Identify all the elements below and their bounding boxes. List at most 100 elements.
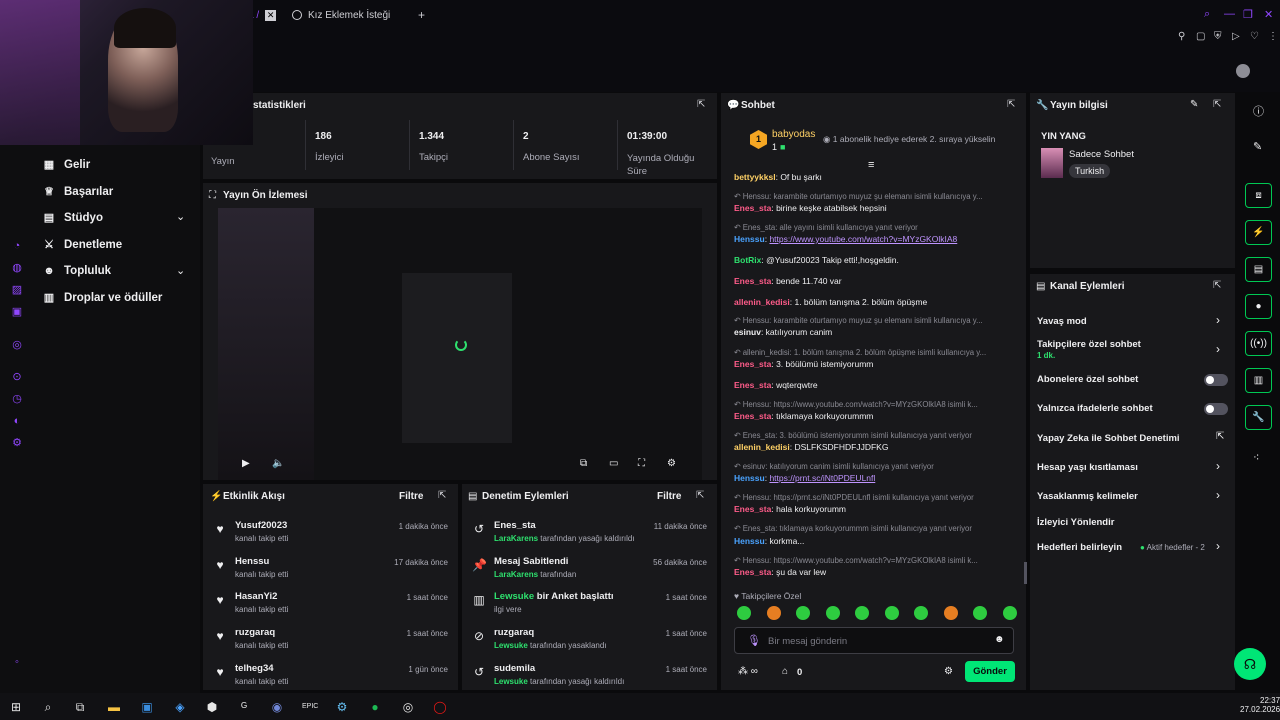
chat-link[interactable]: https://www.youtube.com/watch?v=MYzGKOlk…: [769, 234, 957, 244]
chat-message[interactable]: ↶ Henssu: https://www.youtube.com/watch?…: [734, 399, 1018, 409]
close-window-icon[interactable]: ✕: [1264, 8, 1273, 21]
pencil-icon[interactable]: ✎: [1253, 140, 1262, 153]
emote-icon[interactable]: [766, 606, 781, 620]
rail-button-doc[interactable]: ▤: [1245, 257, 1272, 282]
browser-tab[interactable]: Kız Eklemek İsteği: [292, 4, 390, 26]
settings-icon[interactable]: ⚙: [667, 458, 676, 469]
chat-message[interactable]: esinuv: katılıyorum canim: [734, 327, 1018, 337]
list-item[interactable]: ♥ HasanYi2 kanalı takip etti 1 saat önce: [203, 591, 458, 627]
nav-item-studyo[interactable]: ▤ Stüdyo: [42, 211, 103, 225]
rail-icon-9[interactable]: ⚙: [11, 437, 23, 449]
goals-item[interactable]: Hedefleri belirleyin: [1037, 542, 1122, 553]
chat-username[interactable]: esinuv: [734, 327, 761, 337]
chat-message[interactable]: ↶ Enes_sta: tıklamaya korkuyorummm isiml…: [734, 523, 1018, 533]
emote-icon[interactable]: [796, 606, 810, 620]
nav-item-topluluk[interactable]: ☻ Topluluk: [42, 265, 111, 277]
banned-words-item[interactable]: Yasaklanmış kelimeler: [1037, 491, 1138, 502]
chevron-right-icon[interactable]: ›: [1216, 459, 1220, 473]
chat-message[interactable]: Henssu: https://www.youtube.com/watch?v=…: [734, 234, 1018, 244]
chat-settings-icon[interactable]: ⚙: [944, 666, 953, 677]
rail-icon-3[interactable]: ▨: [11, 284, 23, 296]
category-name[interactable]: Sadece Sohbet: [1069, 149, 1134, 160]
chat-username[interactable]: Enes_sta: [734, 276, 771, 286]
chat-message[interactable]: Enes_sta: bende 11.740 var: [734, 276, 1018, 286]
discord-icon[interactable]: ◉: [269, 699, 285, 715]
nav-item-denetleme[interactable]: ⚔ Denetleme: [42, 238, 122, 252]
chat-username[interactable]: Enes_sta: [734, 380, 771, 390]
pin-icon[interactable]: ⚲: [1178, 31, 1185, 42]
more-icon[interactable]: ⋮: [1268, 31, 1278, 42]
emote-icon[interactable]: [973, 606, 987, 620]
chat-message[interactable]: Enes_sta: şu da var lew: [734, 567, 1018, 577]
play-button[interactable]: ▶: [242, 458, 250, 469]
chevron-right-icon[interactable]: ›: [1216, 539, 1220, 553]
chevron-right-icon[interactable]: ›: [1216, 313, 1220, 327]
volume-icon[interactable]: 🔈: [272, 458, 284, 469]
emoji-icon[interactable]: ☻: [994, 634, 1005, 645]
stream-preview[interactable]: [218, 208, 702, 480]
chat-username[interactable]: allenin_kedisi: [734, 297, 790, 307]
steam-icon[interactable]: ⚙: [334, 699, 350, 715]
folder-icon[interactable]: ▬: [106, 699, 122, 715]
chat-message[interactable]: Enes_sta: hala korkuyorumm: [734, 504, 1018, 514]
rail-button-wrench[interactable]: 🔧: [1245, 405, 1272, 430]
emote-icon[interactable]: [737, 606, 751, 620]
rail-button-broadcast[interactable]: ((•)): [1245, 331, 1272, 356]
chat-message[interactable]: Enes_sta: birine keşke atabilsek hepsini: [734, 203, 1018, 213]
list-item[interactable]: ♥ ruzgaraq kanalı takip etti 1 saat önce: [203, 627, 458, 663]
chat-message[interactable]: Henssu: https://prnt.sc/iNt0PDEULnfl: [734, 473, 1018, 483]
rail-button-screen[interactable]: ⧈: [1245, 183, 1272, 208]
rail-button-chat[interactable]: ●: [1245, 294, 1272, 319]
nav-item-basarilar[interactable]: ♕ Başarılar: [42, 185, 113, 199]
task-view-icon[interactable]: ⧉: [72, 699, 88, 715]
chat-message[interactable]: allenin_kedisi: 1. bölüm tanışma 2. bölü…: [734, 297, 1018, 307]
spotify-icon[interactable]: ●: [367, 699, 383, 715]
heart-icon[interactable]: ♡: [1250, 31, 1259, 42]
ai-mod-item[interactable]: Yapay Zeka ile Sohbet Denetimi: [1037, 433, 1180, 444]
maximize-icon[interactable]: ❐: [1243, 8, 1253, 21]
chat-scrollbar[interactable]: [1024, 562, 1027, 584]
help-button[interactable]: ☊: [1234, 648, 1266, 680]
emote-icon[interactable]: [855, 606, 869, 620]
rail-button-layout[interactable]: ▥: [1245, 368, 1272, 393]
play-icon[interactable]: ▷: [1232, 31, 1240, 42]
gift-prompt[interactable]: ◉ 1 abonelik hediye ederek 2. sıraya yük…: [823, 134, 995, 145]
dots-icon[interactable]: ⁖: [1253, 451, 1259, 464]
chat-message[interactable]: Enes_sta: 3. böülümü istemiyorumm: [734, 359, 1018, 369]
external-link-icon[interactable]: ⇱: [1216, 431, 1224, 442]
emote-icon[interactable]: [943, 606, 958, 620]
shield-icon[interactable]: ⛨: [1214, 31, 1222, 42]
collapse-icon[interactable]: ≡: [868, 159, 874, 171]
chat-message[interactable]: BotRix: @Yusuf20023 Takip etti!,hoşgeldi…: [734, 255, 1018, 265]
mic-icon[interactable]: 🎙: [747, 634, 761, 647]
chat-message[interactable]: ↶ Enes_sta: alle yayını isimli kullanıcı…: [734, 222, 1018, 232]
emote-icon[interactable]: [914, 606, 928, 620]
send-button[interactable]: Gönder: [965, 661, 1015, 682]
chat-message[interactable]: ↶ esinuv: katılıyorum canim isimli kulla…: [734, 461, 1018, 471]
chat-message[interactable]: ↶ allenin_kedisi: 1. bölüm tanışma 2. bö…: [734, 347, 1018, 357]
gift-user[interactable]: babyodas: [772, 129, 815, 140]
obs-icon[interactable]: ◎: [400, 699, 416, 715]
activity-filter-button[interactable]: Filtre: [399, 491, 423, 502]
sub-chat-toggle[interactable]: [1204, 374, 1228, 386]
chat-message[interactable]: ↶ Henssu: karambite oturtamıyo muyuz şu …: [734, 315, 1018, 325]
chat-message[interactable]: allenin_kedisi: DSLFKSDFHDFJJDFKG: [734, 442, 1018, 452]
rail-button-bolt[interactable]: ⚡: [1245, 220, 1272, 245]
chat-username[interactable]: Enes_sta: [734, 203, 771, 213]
chat-username[interactable]: Henssu: [734, 234, 765, 244]
popout-icon[interactable]: ⇱: [1007, 99, 1015, 110]
rail-icon-1[interactable]: ◔: [11, 240, 23, 252]
opera-icon[interactable]: ◯: [432, 699, 448, 715]
chat-message[interactable]: ↶ Enes_sta: 3. böülümü istemiyorumm isim…: [734, 430, 1018, 440]
rail-icon-6[interactable]: ⊙: [11, 371, 23, 383]
chat-link[interactable]: https://prnt.sc/iNt0PDEULnfl: [769, 473, 875, 483]
channel-points-icon[interactable]: ⁂ ∞: [738, 666, 758, 677]
chat-username[interactable]: Enes_sta: [734, 411, 771, 421]
rail-icon-5[interactable]: ◎: [11, 339, 23, 351]
windows-start-icon[interactable]: ⊞: [8, 699, 24, 715]
rail-icon-7[interactable]: ◷: [11, 393, 23, 405]
new-tab-button[interactable]: +: [418, 8, 425, 22]
emote-chat-toggle[interactable]: [1204, 403, 1228, 415]
chat-username[interactable]: Enes_sta: [734, 359, 771, 369]
emote-icon[interactable]: [825, 606, 840, 620]
